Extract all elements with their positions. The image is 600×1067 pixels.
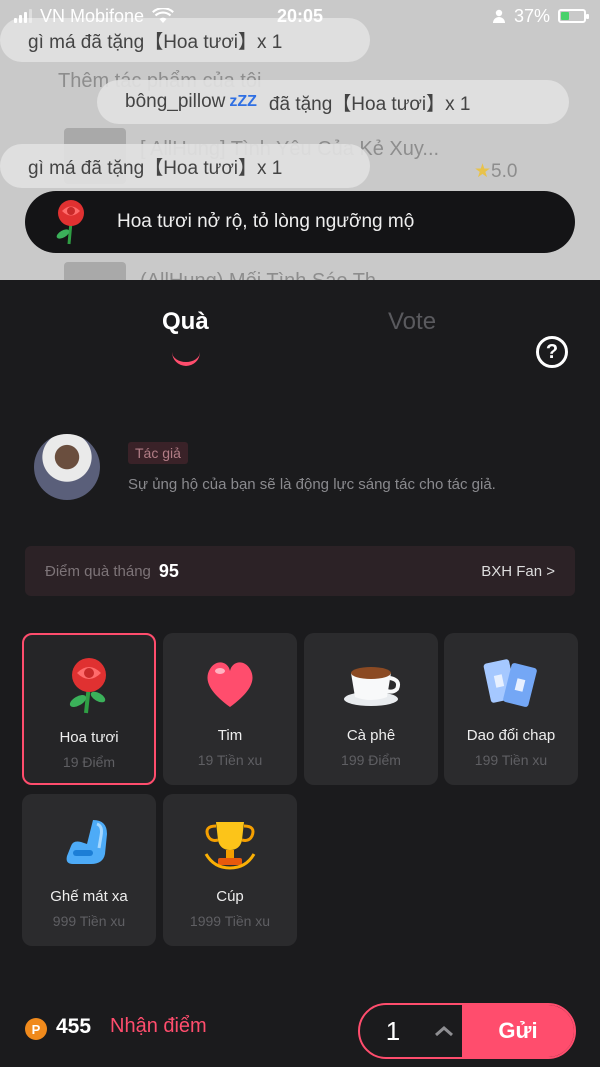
- person-icon: [492, 9, 505, 23]
- tab-vote[interactable]: Vote: [388, 308, 436, 336]
- gift-name: Dao đổi chap: [466, 727, 556, 744]
- bg-story-thumbnail-2: [64, 262, 126, 280]
- gift-toast: gì má đã tặng【Hoa tươi】x 1: [0, 144, 370, 188]
- trophy-icon: [204, 822, 256, 870]
- gift-price: 19 Tiền xu: [197, 752, 263, 768]
- send-group: 1 Gửi: [358, 1003, 576, 1059]
- signal-icon: [14, 9, 32, 23]
- gift-price: 199 Điểm: [341, 752, 401, 768]
- gift-card-massage-chair[interactable]: Ghế mát xa 999 Tiền xu: [22, 794, 156, 946]
- author-description: Sự ủng hộ của bạn sẽ là động lực sáng tá…: [128, 475, 496, 493]
- help-icon[interactable]: ?: [536, 336, 568, 368]
- gift-card-coffee[interactable]: Cà phê 199 Điểm: [304, 633, 438, 785]
- monthly-points-bar: Điểm quà tháng 95 BXH Fan >: [25, 546, 575, 596]
- points-balance: 455: [56, 1015, 92, 1038]
- wifi-icon: [152, 8, 175, 23]
- heart-icon: [207, 662, 253, 707]
- points-coin-icon: P: [25, 1018, 47, 1040]
- gift-price: 19 Điểm: [62, 754, 116, 770]
- blade-icon: [483, 659, 537, 707]
- gift-price: 1999 Tiền xu: [189, 913, 271, 929]
- monthly-points-label: Điểm quà tháng: [45, 562, 151, 580]
- gift-card-heart[interactable]: Tim 19 Tiền xu: [163, 633, 297, 785]
- bg-story-title-2: (AllHung) Mối Tình Sáo Th...: [140, 270, 393, 280]
- battery-icon: [558, 9, 589, 23]
- gift-name: Tim: [217, 727, 243, 744]
- tab-bar: Quà Vote ?: [0, 308, 600, 368]
- rose-icon: [69, 658, 106, 714]
- gift-card-blade[interactable]: Dao đổi chap 199 Tiền xu: [444, 633, 578, 785]
- author-badge: Tác giả: [128, 441, 188, 464]
- gift-announcement-banner: Hoa tươi nở rộ, tỏ lòng ngưỡng mộ: [25, 191, 575, 253]
- send-button[interactable]: Gửi: [462, 1005, 574, 1057]
- gift-card-trophy[interactable]: Cúp 1999 Tiền xu: [163, 794, 297, 946]
- tab-gift[interactable]: Quà: [162, 308, 209, 336]
- status-bar: VN Mobifone 20:05 37%: [0, 0, 600, 32]
- active-tab-indicator: [172, 352, 200, 366]
- gift-name: Ghế mát xa: [50, 888, 128, 905]
- bottom-bar: P 455 Nhận điểm 1 Gửi: [0, 987, 600, 1067]
- author-section: Tác giả Sự ủng hộ của bạn sẽ là động lực…: [34, 434, 496, 500]
- fan-ranking-link[interactable]: BXH Fan >: [481, 563, 555, 580]
- coffee-icon: [344, 667, 401, 706]
- gift-sheet: Quà Vote ? Tác giả Sự ủng hộ của bạn sẽ …: [0, 280, 600, 1067]
- massage-chair-icon: [66, 820, 107, 864]
- gift-price: 199 Tiền xu: [474, 752, 548, 768]
- gift-card-rose[interactable]: Hoa tươi 19 Điểm: [22, 633, 156, 785]
- star-icon: ★: [474, 161, 492, 182]
- gift-name: Cúp: [216, 888, 244, 905]
- carrier-name: VN Mobifone: [40, 5, 145, 26]
- clock: 20:05: [276, 5, 324, 26]
- rose-icon: [56, 200, 84, 245]
- bg-story-rating: ★5.0: [474, 161, 518, 182]
- quantity-value[interactable]: 1: [360, 1005, 426, 1057]
- announcement-text: Hoa tươi nở rộ, tỏ lòng ngưỡng mộ: [117, 211, 415, 232]
- gift-name: Cà phê: [346, 727, 396, 744]
- sleep-icon: zZZ: [229, 93, 257, 110]
- gift-toast: bông_pillow zZZ đã tặng【Hoa tươi】x 1: [97, 80, 569, 124]
- earn-points-link[interactable]: Nhận điểm: [110, 1015, 207, 1038]
- chevron-up-icon[interactable]: [426, 1005, 462, 1057]
- avatar[interactable]: [34, 434, 100, 500]
- battery-percent: 37%: [513, 5, 550, 26]
- gift-name: Hoa tươi: [59, 729, 119, 746]
- monthly-points-value: 95: [158, 560, 179, 581]
- gift-price: 999 Tiền xu: [52, 913, 126, 929]
